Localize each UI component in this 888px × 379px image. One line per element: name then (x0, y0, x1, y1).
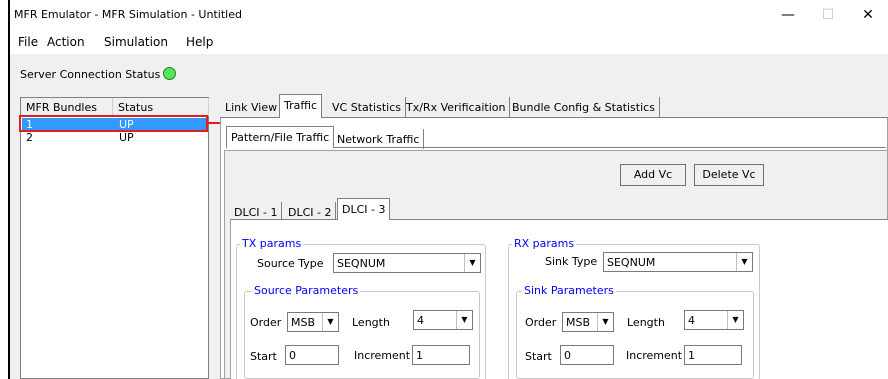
order-label: Order (250, 316, 282, 329)
increment-field[interactable]: 1 (684, 345, 742, 365)
increment-label: Increment (626, 349, 683, 362)
order-select[interactable]: MSB ▼ (562, 312, 614, 332)
chevron-down-icon: ▼ (597, 313, 613, 331)
order-select[interactable]: MSB ▼ (287, 312, 339, 332)
tab-dlci-2[interactable]: DLCI - 2 (284, 202, 337, 222)
tab-dlci-3[interactable]: DLCI - 3 (337, 198, 391, 220)
chevron-down-icon: ▼ (464, 254, 480, 272)
increment-label: Increment (354, 349, 411, 362)
start-label: Start (525, 350, 552, 363)
length-select[interactable]: 4 ▼ (684, 310, 744, 330)
tab-link-view[interactable]: Link View (221, 97, 283, 117)
length-label: Length (627, 316, 665, 329)
tab-bundle-config[interactable]: Bundle Config & Statistics (508, 97, 660, 117)
chevron-down-icon: ▼ (322, 313, 338, 331)
increment-field[interactable]: 1 (412, 345, 470, 365)
chevron-down-icon: ▼ (456, 311, 472, 329)
start-field[interactable]: 0 (560, 345, 614, 365)
length-select[interactable]: 4 ▼ (413, 310, 473, 330)
tab-tx-rx-verification[interactable]: Tx/Rx Verificaition (402, 97, 511, 117)
tab-pattern-file-traffic[interactable]: Pattern/File Traffic (226, 126, 335, 148)
chevron-down-icon: ▼ (736, 253, 752, 271)
tab-dlci-1[interactable]: DLCI - 1 (230, 202, 283, 222)
source-parameters-group (244, 291, 480, 379)
tab-traffic[interactable]: Traffic (279, 94, 323, 118)
source-type-label: Source Type (257, 257, 324, 270)
tab-vc-statistics[interactable]: VC Statistics (328, 97, 406, 117)
start-label: Start (250, 350, 277, 363)
sink-parameters-label: Sink Parameters (522, 284, 616, 297)
add-vc-button[interactable]: Add Vc (620, 164, 686, 186)
length-label: Length (352, 316, 390, 329)
tx-params-label: TX params (240, 237, 304, 250)
tab-network-traffic[interactable]: Network Traffic (333, 129, 425, 149)
source-type-select[interactable]: SEQNUM ▼ (333, 253, 481, 273)
sink-type-select[interactable]: SEQNUM ▼ (603, 252, 753, 272)
source-parameters-label: Source Parameters (252, 284, 361, 297)
delete-vc-button[interactable]: Delete Vc (694, 164, 764, 186)
start-field[interactable]: 0 (285, 345, 339, 365)
order-label: Order (525, 316, 557, 329)
sink-type-label: Sink Type (545, 255, 598, 268)
rx-params-label: RX params (512, 237, 577, 250)
sink-parameters-group (516, 291, 754, 379)
chevron-down-icon: ▼ (727, 311, 743, 329)
